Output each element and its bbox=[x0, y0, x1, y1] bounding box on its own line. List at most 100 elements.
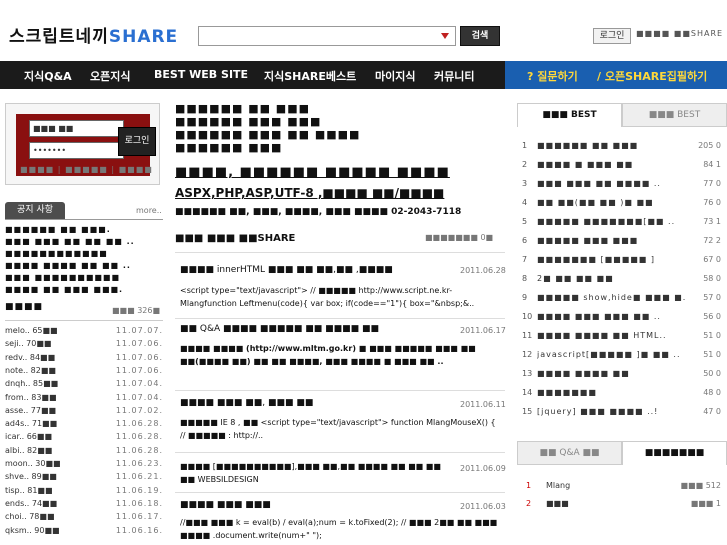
intro-line[interactable]: ■■■■■■ ■■ ■■■ bbox=[175, 102, 310, 115]
best-row[interactable]: 4 ■■ ■■(■■ ■■ )■ ■■ 76 0 bbox=[522, 198, 727, 216]
member-row[interactable]: tisp.. 81■■ 11.06.19. bbox=[5, 486, 163, 499]
best-row[interactable]: 12 javascript[■■■■■ ]■ ■■ .. 51 0 bbox=[522, 350, 727, 368]
share-section-more[interactable]: ■■■■■■■ 0■ bbox=[425, 233, 493, 242]
best-row[interactable]: 14 ■■■■■■■ 48 0 bbox=[522, 388, 727, 406]
search-button[interactable]: 검색 bbox=[460, 26, 500, 46]
search-input[interactable] bbox=[198, 26, 456, 46]
dropdown-arrow-icon[interactable] bbox=[441, 33, 449, 39]
best-title[interactable]: ■■■■■■ ■■ ■■■ bbox=[537, 141, 687, 150]
notice-item[interactable]: ■■■ ■■■■■■■■■■ bbox=[5, 273, 120, 282]
tab-qa[interactable]: ■■ Q&A ■■ bbox=[517, 441, 622, 465]
best-row[interactable]: 13 ■■■■ ■■■■ ■■ 50 0 bbox=[522, 369, 727, 387]
intro-line[interactable]: ■■■■■■ ■■■ ■■■ bbox=[175, 115, 321, 128]
login-link[interactable]: 로그인 bbox=[593, 28, 631, 44]
member-row[interactable]: from.. 83■■ 11.07.04. bbox=[5, 393, 163, 406]
member-row[interactable]: note.. 82■■ 11.07.06. bbox=[5, 366, 163, 379]
member-name: icar.. 66■■ bbox=[5, 432, 53, 442]
notice-item[interactable]: ■■■■■■■■■■■■ bbox=[5, 249, 108, 258]
nav-item-best-web[interactable]: BEST WEB SITE bbox=[154, 68, 248, 81]
notice-tab[interactable]: 공지 사항 bbox=[5, 202, 65, 219]
intro-line[interactable]: ■■■■■■ ■■■ bbox=[175, 141, 282, 154]
nav-item-community[interactable]: 커뮤니티 bbox=[434, 68, 474, 84]
member-row[interactable]: icar.. 66■■ 11.06.28. bbox=[5, 432, 163, 445]
member-row[interactable]: asse.. 77■■ 11.07.02. bbox=[5, 406, 163, 419]
best-row[interactable]: 10 ■■■■ ■■■ ■■■ ■■ .. 56 0 bbox=[522, 312, 727, 330]
post-title[interactable]: ■■■■ ■■■ ■■, ■■■ ■■ bbox=[180, 398, 313, 408]
member-row[interactable]: qksm.. 90■■ 11.06.16. bbox=[5, 526, 163, 539]
login-button[interactable]: 로그인 bbox=[118, 127, 156, 156]
member-row[interactable]: albi.. 82■■ 11.06.28. bbox=[5, 446, 163, 459]
post-title[interactable]: ■■■■ innerHTML ■■■ ■■ ■■,■■ ,■■■■ bbox=[180, 265, 393, 275]
tab-qa-alt[interactable]: ■■■■■■■ bbox=[622, 441, 727, 465]
best-title[interactable]: ■■■■■■■ [■■■■■ ] bbox=[537, 255, 687, 264]
best-stats: 51 0 bbox=[703, 350, 721, 359]
best-row[interactable]: 6 ■■■■■ ■■■ ■■■ 72 2 bbox=[522, 236, 727, 254]
best-row[interactable]: 11 ■■■■ ■■■■ ■■ HTML.. 51 0 bbox=[522, 331, 727, 349]
rank: 6 bbox=[522, 236, 528, 245]
open-share-write-link[interactable]: / 오픈SHARE집필하기 bbox=[597, 68, 707, 84]
post-title[interactable]: ■■■■ [■■■■■■■■■■],■■■ ■■,■■ ■■■■ ■■ ■■ ■… bbox=[180, 460, 450, 486]
nav-item-my[interactable]: 마이지식 bbox=[375, 68, 415, 84]
member-row[interactable]: choi.. 78■■ 11.06.17. bbox=[5, 512, 163, 525]
member-row[interactable]: redv.. 84■■ 11.07.06. bbox=[5, 353, 163, 366]
best-title[interactable]: [jquery] ■■■ ■■■■ ..! bbox=[537, 407, 687, 416]
best-title[interactable]: ■■■■■ ■■■ ■■■ bbox=[537, 236, 687, 245]
divider bbox=[5, 219, 163, 220]
best-title[interactable]: ■■ ■■(■■ ■■ )■ ■■ bbox=[537, 198, 687, 207]
qa-row[interactable]: 1 Mlang ■■■ 512 bbox=[522, 481, 727, 499]
best-row[interactable]: 1 ■■■■■■ ■■ ■■■ 205 0 bbox=[522, 141, 727, 159]
notice-item[interactable]: ■■■■■■ ■■ ■■■. bbox=[5, 225, 111, 234]
tab-best[interactable]: ■■■ BEST bbox=[517, 103, 622, 127]
tab-best-alt[interactable]: ■■■ BEST bbox=[622, 103, 727, 127]
member-row[interactable]: moon.. 30■■ 11.06.23. bbox=[5, 459, 163, 472]
site-logo[interactable]: 스크립트네끼SHARE bbox=[9, 22, 178, 47]
notice-item[interactable]: ■■■ ■■■ ■■ ■■ ■■ .. bbox=[5, 237, 135, 246]
best-title[interactable]: ■■■■■■■ bbox=[537, 388, 687, 397]
best-title[interactable]: ■■■■ ■ ■■■ ■■ bbox=[537, 160, 687, 169]
member-row[interactable]: ad4s.. 71■■ 11.06.28. bbox=[5, 419, 163, 432]
notice-item[interactable]: ■■■■ ■■ ■■■ ■■■. bbox=[5, 285, 123, 294]
qa-user[interactable]: ■■■ bbox=[546, 499, 569, 508]
login-help-links[interactable]: ■■■■ | ■■■■■ | ■■■■ bbox=[20, 165, 153, 174]
nav-item-share-best[interactable]: 지식SHARE베스트 bbox=[264, 68, 356, 84]
best-title[interactable]: ■■■ ■■■ ■■ ■■■■ .. bbox=[537, 179, 687, 188]
best-title[interactable]: ■■■■■ show,hide■ ■■■ ■.. bbox=[537, 293, 687, 302]
subline[interactable]: ASPX,PHP,ASP,UTF-8 ,■■■■ ■■/■■■■ bbox=[175, 186, 444, 200]
divider bbox=[5, 320, 163, 321]
member-row[interactable]: melo.. 65■■ 11.07.07. bbox=[5, 326, 163, 339]
headline[interactable]: ■■■■, ■■■■■■ ■■■■■ ■■■■ bbox=[175, 165, 450, 180]
notice-item[interactable]: ■■■■ ■■■■ ■■ ■■ .. bbox=[5, 261, 131, 270]
best-row[interactable]: 2 ■■■■ ■ ■■■ ■■ 84 1 bbox=[522, 160, 727, 178]
best-title[interactable]: ■■■■ ■■■■ ■■ bbox=[537, 369, 687, 378]
qa-user[interactable]: Mlang bbox=[546, 481, 570, 490]
best-row[interactable]: 3 ■■■ ■■■ ■■ ■■■■ .. 77 0 bbox=[522, 179, 727, 197]
ask-question-link[interactable]: ? 질문하기 bbox=[527, 68, 578, 84]
best-row[interactable]: 8 2■ ■■ ■■ ■■ 58 0 bbox=[522, 274, 727, 292]
best-stats: 57 0 bbox=[703, 293, 721, 302]
qa-stats: ■■■ 1 bbox=[690, 499, 721, 508]
best-title[interactable]: ■■■■ ■■■■ ■■ HTML.. bbox=[537, 331, 687, 340]
member-row[interactable]: seji.. 70■■ 11.07.06. bbox=[5, 339, 163, 352]
nav-item-open[interactable]: 오픈지식 bbox=[90, 68, 130, 84]
member-row[interactable]: ends.. 74■■ 11.06.18. bbox=[5, 499, 163, 512]
best-title[interactable]: ■■■■ ■■■ ■■■ ■■ .. bbox=[537, 312, 687, 321]
best-title[interactable]: javascript[■■■■■ ]■ ■■ .. bbox=[537, 350, 687, 359]
best-row[interactable]: 9 ■■■■■ show,hide■ ■■■ ■.. 57 0 bbox=[522, 293, 727, 311]
best-row[interactable]: 15 [jquery] ■■■ ■■■■ ..! 47 0 bbox=[522, 407, 727, 425]
qa-row[interactable]: 2 ■■■ ■■■ 1 bbox=[522, 499, 727, 517]
best-title[interactable]: 2■ ■■ ■■ ■■ bbox=[537, 274, 687, 283]
member-row[interactable]: shve.. 89■■ 11.06.21. bbox=[5, 472, 163, 485]
notice-more-link[interactable]: more.. bbox=[136, 206, 162, 215]
nav-item-qa[interactable]: 지식Q&A bbox=[24, 68, 72, 84]
post-title[interactable]: ■■ Q&A ■■■■ ■■■■■ ■■ ■■■■ ■■ bbox=[180, 324, 379, 334]
best-row[interactable]: 7 ■■■■■■■ [■■■■■ ] 67 0 bbox=[522, 255, 727, 273]
intro-line[interactable]: ■■■■■■ ■■■ ■■ ■■■■ bbox=[175, 128, 360, 141]
post-title[interactable]: ■■■■ ■■■ ■■■ bbox=[180, 500, 271, 510]
post-body: ■■■■ ■■■■ (http://www.mltm.go.kr) ■ ■■■ … bbox=[180, 344, 476, 366]
member-row[interactable]: dnqh.. 85■■ 11.07.04. bbox=[5, 379, 163, 392]
best-title[interactable]: ■■■■■ ■■■■■■■[■■ .. bbox=[537, 217, 687, 226]
password-field[interactable]: ••••••• bbox=[29, 142, 124, 159]
join-link[interactable]: ■■■■ ■■SHARE bbox=[636, 29, 723, 38]
id-field[interactable]: ■■■ ■■ bbox=[29, 120, 124, 137]
best-row[interactable]: 5 ■■■■■ ■■■■■■■[■■ .. 73 1 bbox=[522, 217, 727, 235]
